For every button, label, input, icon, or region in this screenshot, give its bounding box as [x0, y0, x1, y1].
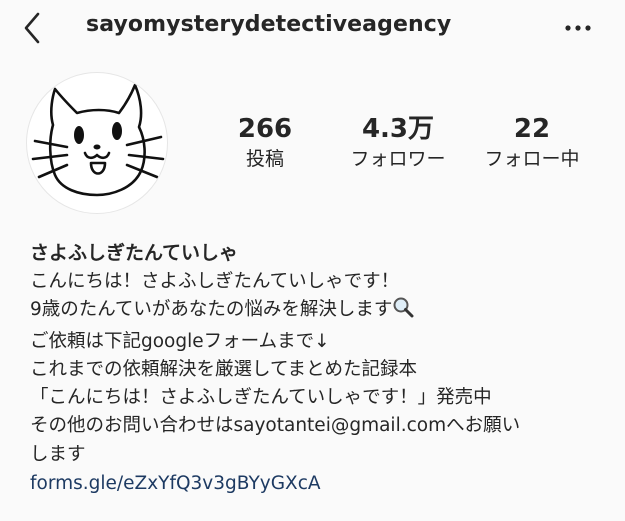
- bio-line: します: [30, 443, 86, 465]
- profile-username: sayomysterydetectiveagency: [86, 12, 452, 37]
- bio-line: 「こんにちは！さよふしぎたんていしゃです！」発売中: [30, 387, 492, 409]
- cat-face-drawing: [31, 83, 165, 197]
- profile-bio: さよふしぎたんていしゃ こんにちは！さよふしぎたんていしゃです！ 9歳のたんてい…: [30, 238, 610, 499]
- posts-count-label: 投稿: [245, 148, 284, 170]
- bio-line: これまでの依頼解決を厳選してまとめた記録本: [30, 358, 418, 380]
- chevron-left-icon: [24, 12, 40, 44]
- top-bar: sayomysterydetectiveagency: [0, 0, 625, 58]
- display-name: さよふしぎたんていしゃ: [30, 242, 239, 264]
- posts-count-value: 266: [237, 114, 293, 144]
- bio-line-with-emoji: 9歳のたんていがあなたの悩みを解決します: [30, 296, 610, 327]
- magnifying-glass-icon: [392, 296, 414, 327]
- following-count-label: フォロー中: [484, 148, 580, 170]
- back-button[interactable]: [18, 10, 48, 46]
- bio-line-text: 9歳のたんていがあなたの悩みを解決します: [30, 299, 393, 321]
- more-horizontal-icon: [565, 25, 591, 31]
- bio-link[interactable]: forms.gle/eZxYfQ3v3gBYyGXcA: [30, 469, 610, 499]
- more-options-button[interactable]: [560, 16, 596, 40]
- profile-page: sayomysterydetectiveagency 266 投稿 4.3万 フ…: [0, 0, 625, 521]
- followers-count[interactable]: 4.3万 フォロワー: [338, 112, 458, 172]
- followers-count-value: 4.3万: [361, 114, 435, 144]
- bio-line: こんにちは！さよふしぎたんていしゃです！: [30, 271, 400, 292]
- following-count[interactable]: 22 フォロー中: [470, 112, 594, 172]
- following-count-value: 22: [513, 114, 551, 144]
- followers-count-label: フォロワー: [350, 148, 446, 170]
- bio-line: その他のお問い合わせはsayotantei@gmail.comへお願い: [30, 415, 521, 437]
- posts-count[interactable]: 266 投稿: [222, 112, 308, 172]
- avatar[interactable]: [26, 72, 168, 214]
- bio-line: ご依頼は下記googleフォームまで↓: [30, 330, 330, 352]
